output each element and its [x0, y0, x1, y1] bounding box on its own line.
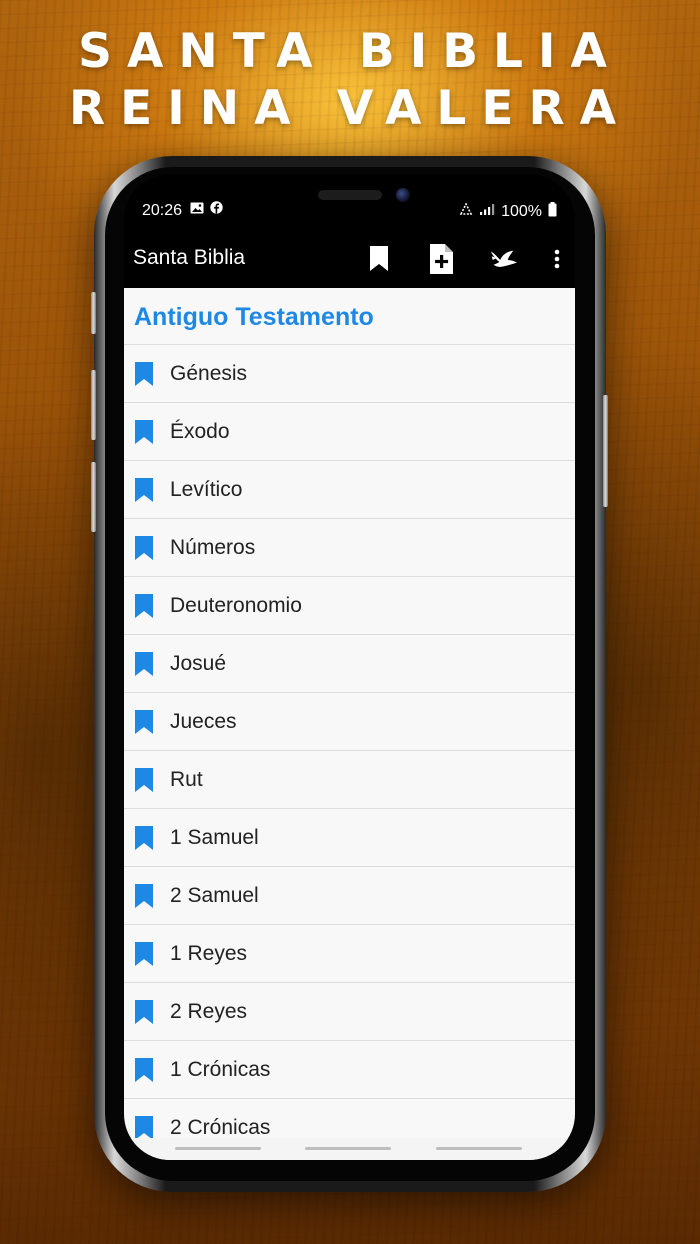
- section-title: Antiguo Testamento: [124, 288, 575, 345]
- notification-icons: [190, 201, 223, 219]
- phone-button: [91, 370, 96, 440]
- book-name: 1 Crónicas: [170, 1057, 271, 1081]
- book-name: Rut: [170, 767, 203, 791]
- bookmark-icon[interactable]: [364, 242, 394, 276]
- book-name: 2 Crónicas: [170, 1115, 271, 1139]
- bookmark-icon: [134, 767, 154, 793]
- bookmark-icon: [134, 883, 154, 909]
- bookmark-icon: [134, 1057, 154, 1083]
- book-name: Levítico: [170, 477, 243, 501]
- book-list-item[interactable]: Deuteronomio: [124, 577, 575, 635]
- bookmark-icon: [134, 419, 154, 445]
- battery-icon: [548, 202, 557, 222]
- book-name: Josué: [170, 651, 227, 675]
- book-name: Números: [170, 535, 256, 559]
- bookmark-icon: [134, 593, 154, 619]
- navigation-bar: [124, 1138, 575, 1160]
- book-list-item[interactable]: Jueces: [124, 693, 575, 751]
- battery-text: 100%: [501, 203, 542, 220]
- bookmark-icon: [134, 825, 154, 851]
- bookmark-icon: [134, 477, 154, 503]
- bookmark-icon: [134, 361, 154, 387]
- phone-button: [91, 462, 96, 532]
- book-list-item[interactable]: Números: [124, 519, 575, 577]
- status-bar: 20:26 100%: [124, 200, 575, 224]
- add-note-icon[interactable]: [426, 242, 456, 276]
- headline-subtitle: REINA VALERA: [68, 81, 632, 136]
- book-name: Deuteronomio: [170, 593, 302, 617]
- book-name: Éxodo: [170, 419, 230, 443]
- book-list-item[interactable]: 1 Reyes: [124, 925, 575, 983]
- book-list-item[interactable]: Levítico: [124, 461, 575, 519]
- status-right: 100%: [459, 202, 557, 222]
- book-list-item[interactable]: 1 Samuel: [124, 809, 575, 867]
- status-time: 20:26: [142, 202, 183, 219]
- book-list-item[interactable]: Josué: [124, 635, 575, 693]
- book-list-item[interactable]: Rut: [124, 751, 575, 809]
- book-list[interactable]: Antiguo Testamento Génesis Éxodo Levítico N…: [124, 288, 575, 1160]
- nav-recents-gesture[interactable]: [436, 1147, 522, 1150]
- book-list-item[interactable]: 2 Reyes: [124, 983, 575, 1041]
- bookmark-icon: [134, 535, 154, 561]
- bookmark-icon: [134, 999, 154, 1025]
- book-rows: Génesis Éxodo Levítico Números Deuteronomio J…: [124, 345, 575, 1157]
- bookmark-icon: [134, 941, 154, 967]
- facebook-icon: [210, 201, 223, 219]
- bookmark-icon: [134, 709, 154, 735]
- book-name: 1 Samuel: [170, 825, 259, 849]
- dove-icon[interactable]: [488, 242, 518, 276]
- book-list-item[interactable]: Éxodo: [124, 403, 575, 461]
- more-vert-icon[interactable]: [542, 242, 572, 276]
- phone-button: [603, 395, 608, 507]
- book-name: Génesis: [170, 361, 248, 385]
- earpiece-speaker: [318, 190, 382, 200]
- bookmark-icon: [134, 651, 154, 677]
- headline-title: SANTA BIBLIA: [78, 24, 622, 79]
- signal-icon: [479, 203, 495, 221]
- image-icon: [190, 201, 204, 219]
- phone-button: [91, 292, 96, 334]
- data-saver-icon: [459, 202, 473, 221]
- nav-back-gesture[interactable]: [175, 1147, 261, 1150]
- phone-screen: 20:26 100% Santa Biblia Antiguo Testamen…: [124, 174, 575, 1160]
- book-list-item[interactable]: 2 Samuel: [124, 867, 575, 925]
- book-name: 1 Reyes: [170, 941, 248, 965]
- book-name: Jueces: [170, 709, 237, 733]
- nav-home-gesture[interactable]: [305, 1147, 391, 1150]
- book-list-item[interactable]: 1 Crónicas: [124, 1041, 575, 1099]
- book-list-item[interactable]: Génesis: [124, 345, 575, 403]
- book-name: 2 Samuel: [170, 883, 259, 907]
- app-title: Santa Biblia: [133, 246, 246, 269]
- app-bar: Santa Biblia: [124, 232, 575, 288]
- book-name: 2 Reyes: [170, 999, 248, 1023]
